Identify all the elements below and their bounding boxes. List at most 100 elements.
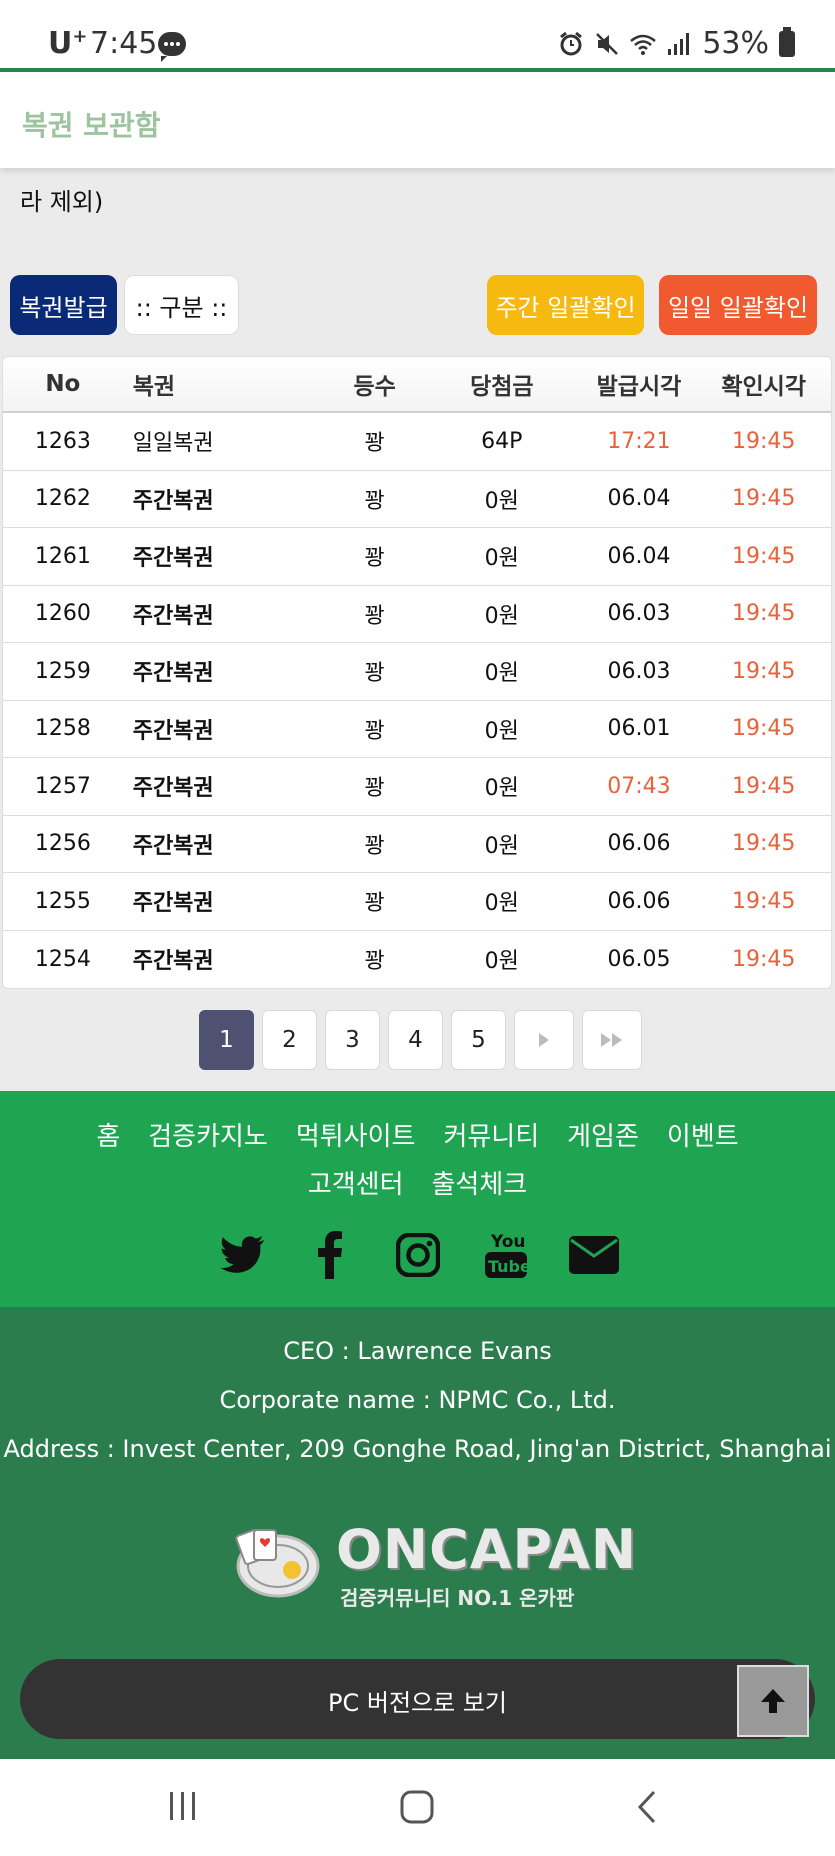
cell-rank: 꽝 [364,431,385,457]
cell-prize: 0원 [484,488,519,514]
cell-no: 1258 [34,716,91,742]
mute-icon [596,32,619,55]
pc-version-bar[interactable]: PC 버전으로 보기 [20,1659,815,1739]
footer-link-verified-casino[interactable]: 검증카지노 [148,1113,268,1161]
cell-no: 1259 [34,658,91,684]
cell-lottery-type: 주간복권 [132,833,214,859]
cell-prize: 0원 [484,603,519,629]
weekly-check-all-button[interactable]: 주간 일괄확인 [487,275,644,335]
cell-rank: 꽝 [364,603,385,629]
cell-prize: 0원 [484,546,519,572]
last-page-button[interactable] [582,1010,642,1070]
cell-lottery-type: 주간복권 [132,603,214,629]
cell-prize: 0원 [484,776,519,802]
table-row: 1259 주간복권 꽝 0원 06.03 19:45 [3,643,831,701]
footer-link-customer-center[interactable]: 고객센터 [308,1161,404,1209]
corporate-name-text: Corporate name : NPMC Co., Ltd. [219,1386,616,1414]
cell-checked-time: 19:45 [731,658,796,684]
youtube-icon[interactable]: You Tube [480,1229,532,1281]
svg-text:You: You [490,1232,526,1252]
category-select[interactable]: :: 구분 :: [124,275,239,335]
cell-no: 1261 [34,543,91,569]
instagram-icon[interactable] [392,1229,444,1281]
cell-rank: 꽝 [364,718,385,744]
cell-rank: 꽝 [364,949,385,975]
logo-title: ONCAPAN [336,1518,638,1581]
signal-icon [668,32,690,55]
oncapan-logo[interactable]: ONCAPAN 검증커뮤니티 NO.1 온카판 [230,1518,636,1613]
page-button-2[interactable]: 2 [262,1010,317,1070]
table-row: 1257 주간복권 꽝 0원 07:43 19:45 [3,758,831,816]
footer-link-home[interactable]: 홈 [96,1113,120,1161]
address-text: Address : Invest Center, 209 Gonghe Road… [3,1435,832,1463]
cell-issued-time: 07:43 [607,773,671,799]
cell-issued-time: 06.06 [607,888,671,914]
cell-no: 1260 [34,601,91,627]
cell-checked-time: 19:45 [731,486,796,512]
note-text: 라 제외) [20,188,104,216]
page-button-1[interactable]: 1 [199,1010,254,1070]
cell-issued-time: 06.01 [607,716,671,742]
back-icon[interactable] [634,1789,660,1825]
facebook-icon[interactable] [304,1229,356,1281]
cell-no: 1256 [34,831,91,857]
pc-version-link[interactable]: PC 버전으로 보기 [20,1683,815,1718]
system-navigation-bar [0,1759,835,1856]
cell-prize: 0원 [484,891,519,917]
arrow-up-icon [761,1689,785,1713]
table-header: No 복권 등수 당첨금 발급시각 확인시각 [3,357,831,413]
table-row: 1256 주간복권 꽝 0원 06.06 19:45 [3,816,831,873]
cell-issued-time: 06.04 [607,486,671,512]
cell-rank: 꽝 [364,776,385,802]
cell-issued-time: 06.03 [607,658,671,684]
column-header-checked: 확인시각 [721,374,806,400]
cell-checked-time: 19:45 [731,773,796,799]
cell-lottery-type: 주간복권 [132,949,214,975]
cell-prize: 0원 [484,833,519,859]
footer-link-attendance[interactable]: 출석체크 [432,1161,528,1209]
table-row: 1260 주간복권 꽝 0원 06.03 19:45 [3,586,831,643]
recent-apps-icon[interactable] [166,1789,200,1823]
cell-lottery-type: 주간복권 [132,661,214,687]
cell-no: 1254 [34,946,91,972]
page-button-4[interactable]: 4 [388,1010,443,1070]
table-row: 1258 주간복권 꽝 0원 06.01 19:45 [3,701,831,758]
next-page-button[interactable] [514,1010,574,1070]
cell-checked-time: 19:45 [731,543,796,569]
table-row: 1255 주간복권 꽝 0원 06.06 19:45 [3,873,831,931]
ceo-text: CEO : Lawrence Evans [283,1337,552,1365]
cell-lottery-type: 일일복권 [132,431,214,457]
mail-icon[interactable] [568,1229,620,1281]
cell-lottery-type: 주간복권 [132,891,214,917]
logo-subtitle: 검증커뮤니티 NO.1 온카판 [340,1586,575,1610]
chat-notification-icon [158,32,186,62]
cell-no: 1255 [34,888,91,914]
footer-link-events[interactable]: 이벤트 [667,1113,739,1161]
home-icon[interactable] [399,1789,435,1825]
column-header-rank: 등수 [353,374,396,400]
column-header-prize: 당첨금 [470,374,534,400]
cell-prize: 64P [481,428,523,454]
wifi-icon [630,34,657,55]
status-icons: 53% [558,26,795,61]
issue-lottery-button[interactable]: 복권발급 [10,275,117,335]
casino-chip-icon [235,1528,320,1598]
page-button-3[interactable]: 3 [325,1010,380,1070]
cell-rank: 꽝 [364,891,385,917]
cell-no: 1257 [34,773,91,799]
footer-link-game-zone[interactable]: 게임존 [567,1113,639,1161]
table-row: 1261 주간복권 꽝 0원 06.04 19:45 [3,528,831,586]
footer-link-scam-sites[interactable]: 먹튀사이트 [296,1113,416,1161]
cell-no: 1262 [34,486,91,512]
cell-lottery-type: 주간복권 [132,488,214,514]
table-row: 1263 일일복권 꽝 64P 17:21 19:45 [3,413,831,471]
scroll-top-button[interactable] [737,1665,809,1737]
twitter-icon[interactable] [216,1229,268,1281]
alarm-icon [560,31,583,55]
footer-link-community[interactable]: 커뮤니티 [443,1113,539,1161]
page-button-5[interactable]: 5 [451,1010,506,1070]
daily-check-all-button[interactable]: 일일 일괄확인 [659,275,817,335]
column-header-no: No [45,371,81,397]
page-header: 복권 보관함 [0,72,835,168]
footer-navigation: 홈 검증카지노 먹튀사이트 커뮤니티 게임존 이벤트고객센터 출석체크 You Tube [0,1091,835,1307]
